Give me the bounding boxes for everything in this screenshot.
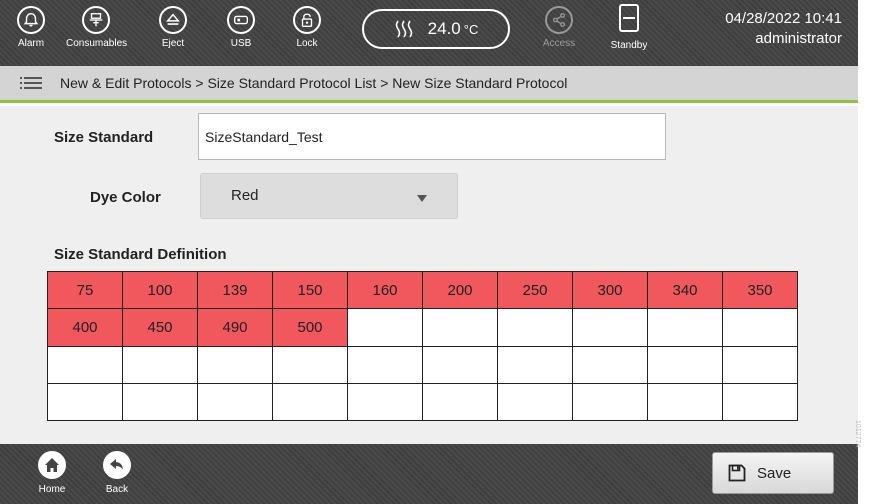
grid-cell[interactable] [648, 309, 723, 347]
consumables-icon [82, 6, 110, 34]
temperature-display[interactable]: 24.0 °C [362, 9, 510, 49]
save-icon [728, 464, 746, 482]
grid-cell[interactable]: 500 [273, 309, 348, 347]
grid-cell[interactable] [648, 346, 723, 384]
breadcrumb-bar: New & Edit Protocols > Size Standard Pro… [0, 66, 858, 103]
home-button[interactable]: Home [27, 451, 77, 495]
grid-cell[interactable]: 490 [198, 309, 273, 347]
grid-cell[interactable] [723, 383, 798, 421]
grid-cell[interactable] [498, 346, 573, 384]
back-label: Back [105, 484, 129, 495]
grid-cell[interactable]: 250 [498, 272, 573, 310]
grid-cell[interactable]: 139 [198, 272, 273, 310]
dye-color-value: Red [231, 187, 259, 204]
grid-cell[interactable]: 200 [423, 272, 498, 310]
top-toolbar: Alarm Consumables Eject USB Lock 24.0°C [0, 0, 858, 66]
bottom-toolbar: Home Back Save [0, 444, 858, 504]
share-icon [545, 6, 573, 34]
temperature-unit: °C [463, 22, 479, 37]
grid-cell[interactable] [123, 346, 198, 384]
grid-cell[interactable]: 350 [723, 272, 798, 310]
temperature-value: 24.0 [427, 19, 461, 38]
eject-button[interactable]: Eject [148, 6, 198, 50]
grid-cell[interactable] [198, 346, 273, 384]
grid-cell[interactable] [48, 383, 123, 421]
size-standard-input[interactable]: SizeStandard_Test [198, 113, 666, 160]
breadcrumb: New & Edit Protocols > Size Standard Pro… [60, 75, 568, 91]
standby-icon [619, 4, 639, 32]
grid-cell[interactable]: 160 [348, 272, 423, 310]
grid-cell[interactable] [573, 346, 648, 384]
lock-label: Lock [296, 38, 318, 49]
size-standard-label: Size Standard [54, 129, 154, 146]
back-button[interactable]: Back [92, 451, 142, 495]
grid-cell[interactable] [198, 383, 273, 421]
grid-cell[interactable] [573, 309, 648, 347]
grid-cell[interactable] [348, 309, 423, 347]
usb-button[interactable]: USB [216, 6, 266, 50]
grid-cell[interactable]: 300 [573, 272, 648, 310]
size-standard-grid: 75 100 139 150 160 200 250 300 340 350 400 450 490 50… [47, 271, 798, 421]
grid-cell[interactable] [423, 309, 498, 347]
eject-label: Eject [161, 38, 185, 49]
grid-cell[interactable] [723, 346, 798, 384]
grid-cell[interactable] [723, 309, 798, 347]
grid-cell[interactable] [648, 383, 723, 421]
bell-icon [17, 6, 45, 34]
dye-color-label: Dye Color [90, 189, 161, 206]
grid-cell[interactable] [348, 383, 423, 421]
grid-cell[interactable] [123, 383, 198, 421]
figure-code: 1012774 [854, 420, 861, 448]
home-icon [38, 451, 66, 479]
grid-cell[interactable]: 450 [123, 309, 198, 347]
dye-color-dropdown[interactable]: Red [200, 173, 458, 219]
status-info: 04/28/2022 10:41 administrator [725, 9, 842, 49]
dropdown-arrow-icon [417, 195, 427, 202]
grid-cell[interactable]: 150 [273, 272, 348, 310]
usb-icon [227, 6, 255, 34]
grid-cell[interactable] [498, 309, 573, 347]
grid-cell[interactable]: 340 [648, 272, 723, 310]
grid-cell[interactable] [423, 383, 498, 421]
grid-cell[interactable]: 75 [48, 272, 123, 310]
back-arrow-icon [103, 451, 131, 479]
grid-cell[interactable] [423, 346, 498, 384]
grid-cell[interactable] [273, 346, 348, 384]
size-standard-definition-label: Size Standard Definition [54, 246, 227, 263]
main-content: Size Standard SizeStandard_Test Dye Colo… [0, 106, 858, 444]
grid-cell[interactable]: 100 [123, 272, 198, 310]
grid-cell[interactable] [573, 383, 648, 421]
save-button[interactable]: Save [712, 452, 834, 494]
alarm-label: Alarm [17, 38, 45, 49]
standby-label: Standby [610, 40, 648, 51]
grid-cell[interactable] [273, 383, 348, 421]
access-button[interactable]: Access [534, 6, 584, 50]
lock-button[interactable]: Lock [282, 6, 332, 50]
heat-icon [394, 19, 416, 39]
menu-icon[interactable] [20, 74, 42, 92]
datetime: 04/28/2022 10:41 [725, 10, 842, 27]
grid-cell[interactable] [348, 346, 423, 384]
grid-cell[interactable] [48, 346, 123, 384]
access-label: Access [542, 38, 576, 49]
lock-icon [293, 6, 321, 34]
alarm-button[interactable]: Alarm [6, 6, 56, 50]
grid-cell[interactable] [498, 383, 573, 421]
standby-button[interactable]: Standby [604, 4, 654, 51]
save-label: Save [757, 464, 792, 482]
grid-cell[interactable]: 400 [48, 309, 123, 347]
consumables-button[interactable]: Consumables [66, 6, 128, 50]
eject-icon [159, 6, 187, 34]
usb-label: USB [230, 38, 252, 49]
user-name: administrator [755, 30, 842, 47]
consumables-label: Consumables [66, 38, 128, 49]
home-label: Home [38, 484, 66, 495]
